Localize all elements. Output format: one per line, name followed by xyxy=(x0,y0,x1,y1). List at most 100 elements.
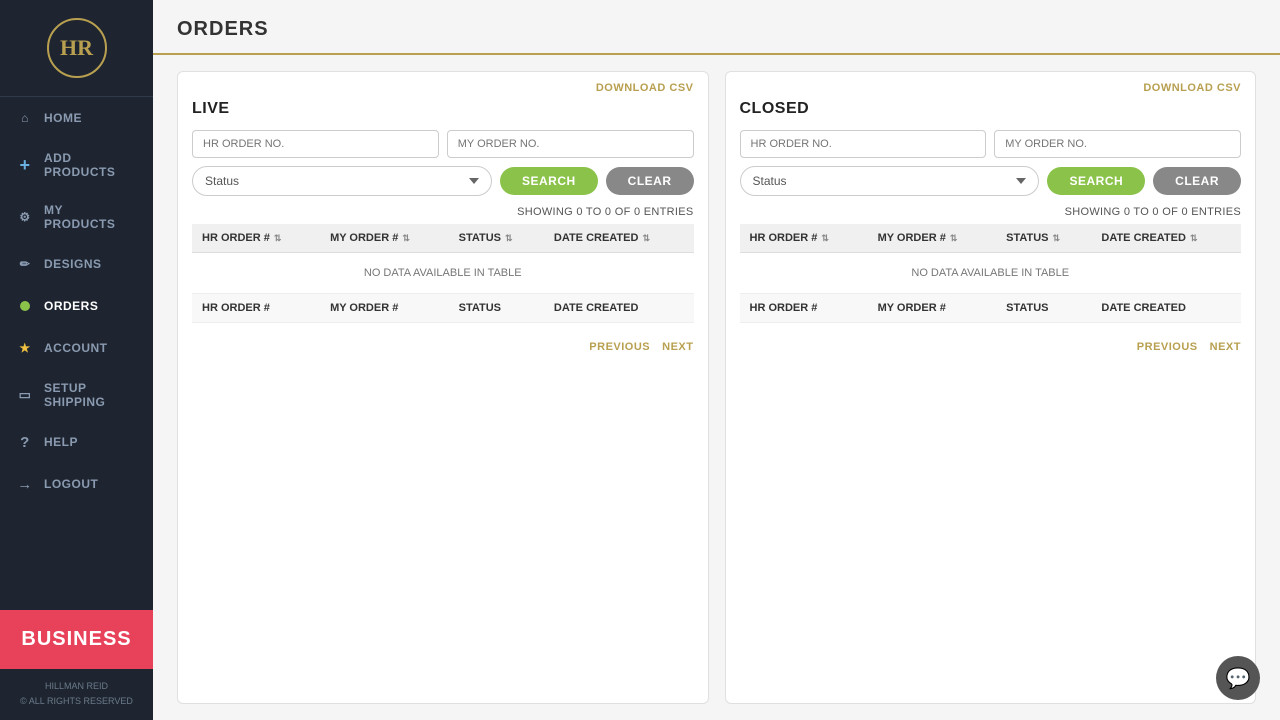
sidebar-footer: HILLMAN REID © ALL RIGHTS RESERVED xyxy=(0,669,153,720)
closed-clear-button[interactable]: CLEAR xyxy=(1153,167,1241,195)
sidebar-item-add-products[interactable]: + ADD PRODUCTS xyxy=(0,139,153,191)
closed-hr-order-input[interactable] xyxy=(740,130,987,158)
add-icon: + xyxy=(16,156,34,174)
sidebar-item-orders[interactable]: ORDERS xyxy=(0,285,153,327)
closed-footer-row: HR ORDER # MY ORDER # STATUS DATE CREATE… xyxy=(740,294,1242,323)
live-section-label: LIVE xyxy=(192,100,694,118)
live-no-data-message: NO DATA AVAILABLE IN TABLE xyxy=(192,253,694,294)
closed-footer-date-created: DATE CREATED xyxy=(1091,294,1241,323)
closed-col-hr-order[interactable]: HR ORDER #⇅ xyxy=(740,224,868,253)
closed-footer-status: STATUS xyxy=(996,294,1091,323)
live-footer-status: STATUS xyxy=(449,294,544,323)
sort-icon: ⇅ xyxy=(1190,233,1198,244)
live-footer-row: HR ORDER # MY ORDER # STATUS DATE CREATE… xyxy=(192,294,694,323)
live-col-hr-order[interactable]: HR ORDER #⇅ xyxy=(192,224,320,253)
sidebar: HR ⌂ HOME + ADD PRODUCTS ⚙ MY PRODUCTS ✏… xyxy=(0,0,153,720)
sort-icon: ⇅ xyxy=(950,233,958,244)
chat-widget[interactable]: 💬 xyxy=(1216,656,1260,700)
live-footer-date-created: DATE CREATED xyxy=(544,294,694,323)
closed-col-my-order[interactable]: MY ORDER #⇅ xyxy=(868,224,997,253)
sidebar-item-designs[interactable]: ✏ DESIGNS xyxy=(0,243,153,285)
logout-icon: → xyxy=(16,475,34,493)
closed-download-csv-link[interactable]: DOWNLOAD CSV xyxy=(1143,82,1241,94)
live-search-button[interactable]: SEARCH xyxy=(500,167,598,195)
sort-icon: ⇅ xyxy=(505,233,513,244)
closed-panel-top-bar: DOWNLOAD CSV xyxy=(726,72,1256,100)
live-my-order-input[interactable] xyxy=(447,130,694,158)
sort-icon: ⇅ xyxy=(821,233,829,244)
live-col-date-created[interactable]: DATE CREATED⇅ xyxy=(544,224,694,253)
live-panel-body: LIVE Status SEARCH CLEAR SHOWING 0 TO 0 … xyxy=(178,100,708,333)
live-table-body: NO DATA AVAILABLE IN TABLE xyxy=(192,253,694,294)
closed-entries-info: SHOWING 0 TO 0 OF 0 ENTRIES xyxy=(740,206,1242,218)
sidebar-item-my-products[interactable]: ⚙ MY PRODUCTS xyxy=(0,191,153,243)
star-icon: ★ xyxy=(16,339,34,357)
home-icon: ⌂ xyxy=(16,109,34,127)
main-content: ORDERS DOWNLOAD CSV LIVE Status SEARCH C xyxy=(153,0,1280,720)
closed-orders-panel: DOWNLOAD CSV CLOSED Status SEARCH CLEAR … xyxy=(725,71,1257,704)
sidebar-item-home[interactable]: ⌂ HOME xyxy=(0,97,153,139)
closed-status-select[interactable]: Status xyxy=(740,166,1040,196)
monitor-icon: ▭ xyxy=(16,386,34,404)
live-table-header: HR ORDER #⇅ MY ORDER #⇅ STATUS⇅ DATE CRE… xyxy=(192,224,694,253)
live-hr-order-input[interactable] xyxy=(192,130,439,158)
closed-no-data-message: NO DATA AVAILABLE IN TABLE xyxy=(740,253,1242,294)
closed-pagination: PREVIOUS NEXT xyxy=(726,333,1256,353)
orders-area: DOWNLOAD CSV LIVE Status SEARCH CLEAR SH… xyxy=(153,55,1280,720)
closed-col-status[interactable]: STATUS⇅ xyxy=(996,224,1091,253)
business-badge: BUSINESS xyxy=(0,610,153,669)
closed-search-row-1 xyxy=(740,130,1242,158)
live-search-row-2: Status SEARCH CLEAR xyxy=(192,166,694,196)
sidebar-logo: HR xyxy=(0,0,153,97)
closed-my-order-input[interactable] xyxy=(994,130,1241,158)
closed-search-row-2: Status SEARCH CLEAR xyxy=(740,166,1242,196)
page-header: ORDERS xyxy=(153,0,1280,55)
closed-section-label: CLOSED xyxy=(740,100,1242,118)
sidebar-bottom: BUSINESS HILLMAN REID © ALL RIGHTS RESER… xyxy=(0,610,153,720)
closed-no-data-row: NO DATA AVAILABLE IN TABLE xyxy=(740,253,1242,294)
logo-emblem: HR xyxy=(47,18,107,78)
live-footer-my-order: MY ORDER # xyxy=(320,294,449,323)
live-pagination: PREVIOUS NEXT xyxy=(178,333,708,353)
sidebar-item-logout[interactable]: → LOGOUT xyxy=(0,463,153,505)
live-previous-button[interactable]: PREVIOUS xyxy=(589,341,650,353)
sort-icon: ⇅ xyxy=(274,233,282,244)
gear-icon: ⚙ xyxy=(16,208,34,226)
closed-table-header: HR ORDER #⇅ MY ORDER #⇅ STATUS⇅ DATE CRE… xyxy=(740,224,1242,253)
live-panel-top-bar: DOWNLOAD CSV xyxy=(178,72,708,100)
sidebar-item-help[interactable]: ? HELP xyxy=(0,421,153,463)
live-no-data-row: NO DATA AVAILABLE IN TABLE xyxy=(192,253,694,294)
live-clear-button[interactable]: CLEAR xyxy=(606,167,694,195)
closed-table-body: NO DATA AVAILABLE IN TABLE xyxy=(740,253,1242,294)
orders-dot-icon xyxy=(16,297,34,315)
live-download-csv-link[interactable]: DOWNLOAD CSV xyxy=(596,82,694,94)
closed-table-footer: HR ORDER # MY ORDER # STATUS DATE CREATE… xyxy=(740,294,1242,323)
live-col-status[interactable]: STATUS⇅ xyxy=(449,224,544,253)
closed-footer-my-order: MY ORDER # xyxy=(868,294,997,323)
live-footer-hr-order: HR ORDER # xyxy=(192,294,320,323)
sort-icon: ⇅ xyxy=(642,233,650,244)
live-orders-table: HR ORDER #⇅ MY ORDER #⇅ STATUS⇅ DATE CRE… xyxy=(192,224,694,323)
sort-icon: ⇅ xyxy=(402,233,410,244)
chat-icon: 💬 xyxy=(1226,666,1251,691)
live-table-footer: HR ORDER # MY ORDER # STATUS DATE CREATE… xyxy=(192,294,694,323)
live-orders-panel: DOWNLOAD CSV LIVE Status SEARCH CLEAR SH… xyxy=(177,71,709,704)
closed-next-button[interactable]: NEXT xyxy=(1210,341,1241,353)
live-status-select[interactable]: Status xyxy=(192,166,492,196)
closed-search-button[interactable]: SEARCH xyxy=(1047,167,1145,195)
live-entries-info: SHOWING 0 TO 0 OF 0 ENTRIES xyxy=(192,206,694,218)
sidebar-item-setup-shipping[interactable]: ▭ SETUP SHIPPING xyxy=(0,369,153,421)
live-col-my-order[interactable]: MY ORDER #⇅ xyxy=(320,224,449,253)
question-icon: ? xyxy=(16,433,34,451)
sort-icon: ⇅ xyxy=(1053,233,1061,244)
sidebar-item-account[interactable]: ★ AcCouNT xyxy=(0,327,153,369)
closed-col-date-created[interactable]: DATE CREATED⇅ xyxy=(1091,224,1241,253)
closed-previous-button[interactable]: PREVIOUS xyxy=(1137,341,1198,353)
page-title: ORDERS xyxy=(177,18,1256,41)
pencil-icon: ✏ xyxy=(16,255,34,273)
closed-orders-table: HR ORDER #⇅ MY ORDER #⇅ STATUS⇅ DATE CRE… xyxy=(740,224,1242,323)
closed-panel-body: CLOSED Status SEARCH CLEAR SHOWING 0 TO … xyxy=(726,100,1256,333)
closed-footer-hr-order: HR ORDER # xyxy=(740,294,868,323)
live-search-row-1 xyxy=(192,130,694,158)
live-next-button[interactable]: NEXT xyxy=(662,341,693,353)
